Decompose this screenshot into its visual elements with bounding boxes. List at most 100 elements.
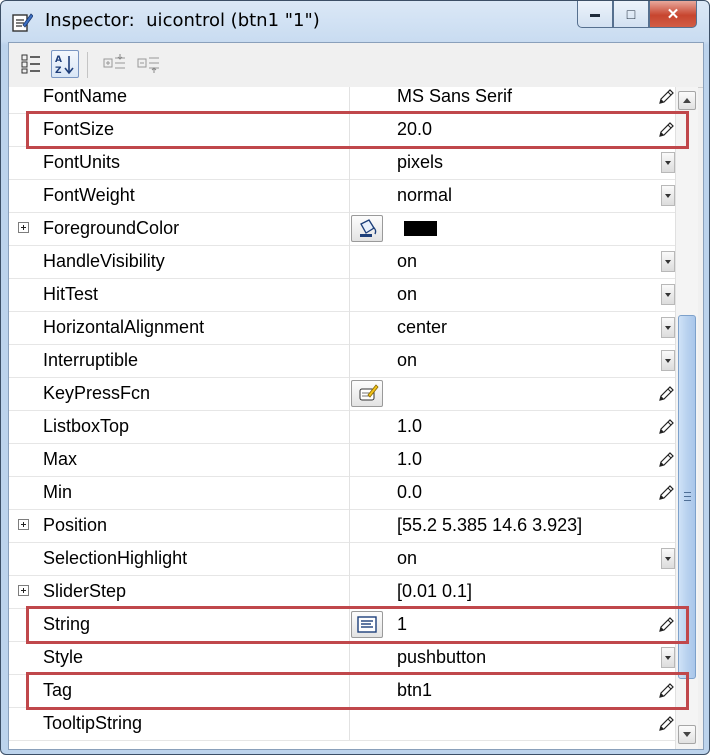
- property-value[interactable]: on: [397, 278, 647, 311]
- property-value[interactable]: btn1: [397, 674, 647, 707]
- property-row-selection-highlight[interactable]: SelectionHighlight on: [9, 542, 675, 576]
- pencil-icon[interactable]: [657, 88, 675, 106]
- property-name: HandleVisibility: [43, 251, 165, 271]
- expand-icon[interactable]: [18, 585, 29, 596]
- collapse-all-button[interactable]: [135, 50, 163, 78]
- property-row-slider-step[interactable]: SliderStep [0.01 0.1]: [9, 575, 675, 609]
- pencil-icon[interactable]: [657, 715, 675, 733]
- property-value[interactable]: center: [397, 311, 647, 344]
- property-value[interactable]: on: [397, 344, 647, 377]
- property-name: HorizontalAlignment: [43, 317, 205, 337]
- property-row-max[interactable]: Max 1.0: [9, 443, 675, 477]
- dropdown-arrow-icon[interactable]: [661, 647, 675, 668]
- property-value[interactable]: [397, 707, 647, 740]
- property-row-interruptible[interactable]: Interruptible on: [9, 344, 675, 378]
- property-value[interactable]: MS Sans Serif: [397, 87, 647, 113]
- property-value[interactable]: [55.2 5.385 14.6 3.923]: [397, 509, 647, 542]
- dropdown-arrow-icon[interactable]: [661, 284, 675, 305]
- column-divider: [349, 146, 350, 179]
- property-value[interactable]: normal: [397, 179, 647, 212]
- property-value[interactable]: [397, 212, 647, 245]
- property-row-key-press-fcn[interactable]: KeyPressFcn: [9, 377, 675, 411]
- property-value[interactable]: 1: [397, 608, 647, 641]
- property-row-string[interactable]: String 1: [9, 608, 675, 642]
- property-name: Min: [43, 482, 73, 502]
- property-row-handle-visibility[interactable]: HandleVisibility on: [9, 245, 675, 279]
- property-row-foreground-color[interactable]: ForegroundColor: [9, 212, 675, 246]
- callback-editor-button[interactable]: [351, 380, 383, 407]
- expand-icon[interactable]: [18, 222, 29, 233]
- column-divider: [349, 608, 350, 641]
- toolbar: A Z: [9, 43, 703, 88]
- close-icon: ✕: [666, 6, 680, 23]
- property-value[interactable]: 1.0: [397, 443, 647, 476]
- alphabetical-sort-button[interactable]: A Z: [51, 50, 79, 78]
- property-value[interactable]: 20.0: [397, 113, 647, 146]
- property-value[interactable]: [397, 377, 647, 410]
- property-row-position[interactable]: Position [55.2 5.385 14.6 3.923]: [9, 509, 675, 543]
- property-value[interactable]: 0.0: [397, 476, 647, 509]
- property-row-tag[interactable]: Tag btn1: [9, 674, 675, 708]
- property-value[interactable]: pushbutton: [397, 641, 647, 674]
- categorized-view-icon: [21, 54, 40, 74]
- property-name: Style: [43, 647, 84, 667]
- expand-all-button[interactable]: [101, 50, 129, 78]
- pencil-icon[interactable]: [657, 121, 675, 139]
- svg-text:Z: Z: [55, 66, 62, 75]
- property-row-style[interactable]: Style pushbutton: [9, 641, 675, 675]
- property-row-font-weight[interactable]: FontWeight normal: [9, 179, 675, 213]
- property-row-min[interactable]: Min 0.0: [9, 476, 675, 510]
- dropdown-arrow-icon[interactable]: [661, 185, 675, 206]
- column-divider: [349, 707, 350, 740]
- column-divider: [349, 377, 350, 410]
- close-button[interactable]: ✕: [649, 1, 697, 28]
- property-row-font-size[interactable]: FontSize 20.0: [9, 113, 675, 147]
- scroll-up-button[interactable]: [678, 91, 696, 110]
- column-divider: [349, 509, 350, 542]
- property-row-font-units[interactable]: FontUnits pixels: [9, 146, 675, 180]
- property-value[interactable]: 1.0: [397, 410, 647, 443]
- grip-line: [684, 500, 691, 501]
- pencil-icon[interactable]: [657, 682, 675, 700]
- pencil-icon[interactable]: [657, 484, 675, 502]
- expand-icon[interactable]: [18, 519, 29, 530]
- minimize-icon: ▬: [590, 8, 600, 20]
- string-editor-button[interactable]: [351, 611, 383, 638]
- property-name: Position: [43, 515, 108, 535]
- maximize-button[interactable]: □: [613, 1, 649, 28]
- property-row-horizontal-alignment[interactable]: HorizontalAlignment center: [9, 311, 675, 345]
- scroll-down-button[interactable]: [678, 725, 696, 744]
- dropdown-arrow-icon[interactable]: [661, 251, 675, 272]
- categorized-view-button[interactable]: [17, 50, 45, 78]
- pencil-icon[interactable]: [657, 616, 675, 634]
- minimize-button[interactable]: ▬: [577, 1, 613, 28]
- grip-line: [684, 492, 691, 493]
- property-value[interactable]: on: [397, 245, 647, 278]
- expand-all-icon: [103, 54, 125, 69]
- dropdown-arrow-icon[interactable]: [661, 350, 675, 371]
- property-row-font-name[interactable]: FontName MS Sans Serif: [9, 87, 675, 114]
- title-bar[interactable]: Inspector: uicontrol (btn1 "1") ▬ □ ✕: [1, 1, 709, 41]
- column-divider: [349, 476, 350, 509]
- property-row-hit-test[interactable]: HitTest on: [9, 278, 675, 312]
- dropdown-arrow-icon[interactable]: [661, 152, 675, 173]
- property-name: HitTest: [43, 284, 99, 304]
- property-name: ListboxTop: [43, 416, 130, 436]
- property-value[interactable]: on: [397, 542, 647, 575]
- pencil-icon[interactable]: [657, 418, 675, 436]
- property-row-tooltip-string[interactable]: TooltipString: [9, 707, 675, 741]
- property-value[interactable]: [0.01 0.1]: [397, 575, 647, 608]
- pencil-icon[interactable]: [657, 385, 675, 403]
- color-picker-button[interactable]: [351, 215, 383, 242]
- inspector-window: Inspector: uicontrol (btn1 "1") ▬ □ ✕ A …: [0, 0, 710, 755]
- property-row-listbox-top[interactable]: ListboxTop 1.0: [9, 410, 675, 444]
- scroll-thumb[interactable]: [678, 315, 696, 679]
- dropdown-arrow-icon[interactable]: [661, 317, 675, 338]
- alphabetical-sort-icon: A Z: [55, 55, 74, 75]
- pencil-icon[interactable]: [657, 451, 675, 469]
- column-divider: [349, 113, 350, 146]
- property-value[interactable]: pixels: [397, 146, 647, 179]
- dropdown-arrow-icon[interactable]: [661, 548, 675, 569]
- vertical-scrollbar[interactable]: [675, 87, 698, 749]
- property-name: Max: [43, 449, 78, 469]
